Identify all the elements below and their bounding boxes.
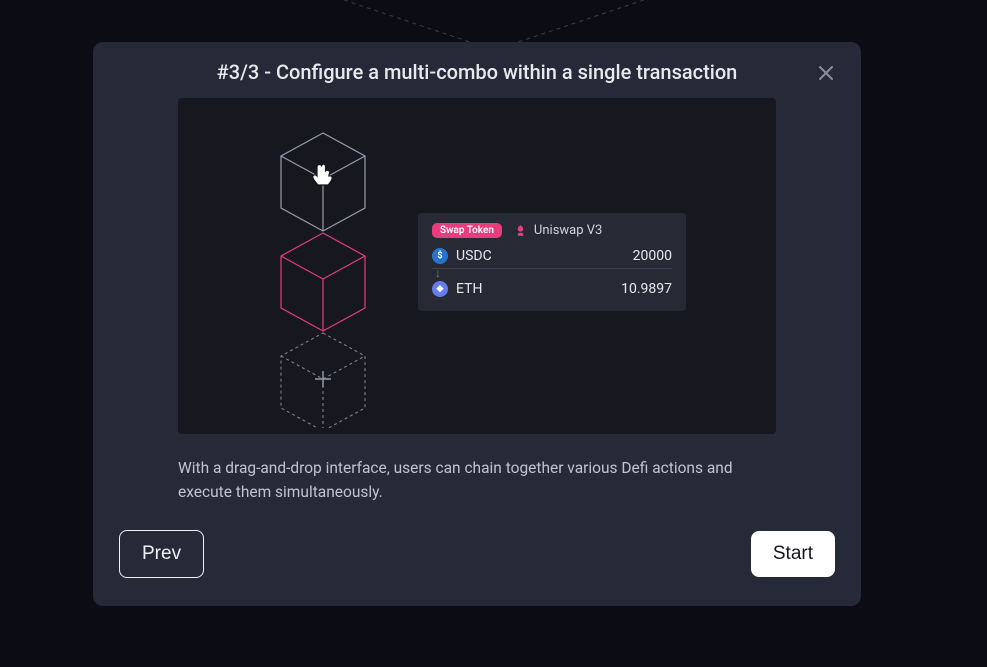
swap-from-row: $ USDC 20000: [432, 244, 672, 269]
usdc-icon: $: [432, 248, 448, 264]
start-button[interactable]: Start: [751, 531, 835, 577]
swap-to-row: ◆ ETH 10.9897: [432, 277, 672, 301]
close-button[interactable]: [813, 60, 839, 86]
eth-icon: ◆: [432, 281, 448, 297]
onboarding-modal: #3/3 - Configure a multi-combo within a …: [93, 42, 861, 606]
swap-from-symbol: USDC: [456, 248, 492, 264]
close-icon: [818, 65, 834, 81]
swap-from-amount: 20000: [633, 248, 672, 264]
modal-header: #3/3 - Configure a multi-combo within a …: [93, 42, 861, 98]
arrow-down-icon: ↓: [432, 269, 672, 277]
modal-footer: Prev Start: [93, 504, 861, 578]
swap-to-symbol: ETH: [456, 281, 482, 297]
uniswap-icon: [514, 224, 528, 238]
swap-badge: Swap Token: [432, 223, 502, 238]
protocol-label: Uniswap V3: [534, 223, 602, 238]
modal-title: #3/3 - Configure a multi-combo within a …: [119, 60, 835, 84]
swap-to-amount: 10.9897: [621, 281, 672, 297]
modal-description: With a drag-and-drop interface, users ca…: [178, 456, 776, 504]
illustration-panel: Swap Token Uniswap V3 $ USDC 20000 ↓ ◆: [178, 98, 776, 434]
protocol-name: Uniswap V3: [514, 223, 602, 238]
prev-button[interactable]: Prev: [119, 530, 204, 578]
cubes-illustration: [273, 128, 393, 428]
swap-card-header: Swap Token Uniswap V3: [432, 223, 672, 238]
swap-card: Swap Token Uniswap V3 $ USDC 20000 ↓ ◆: [418, 213, 686, 311]
